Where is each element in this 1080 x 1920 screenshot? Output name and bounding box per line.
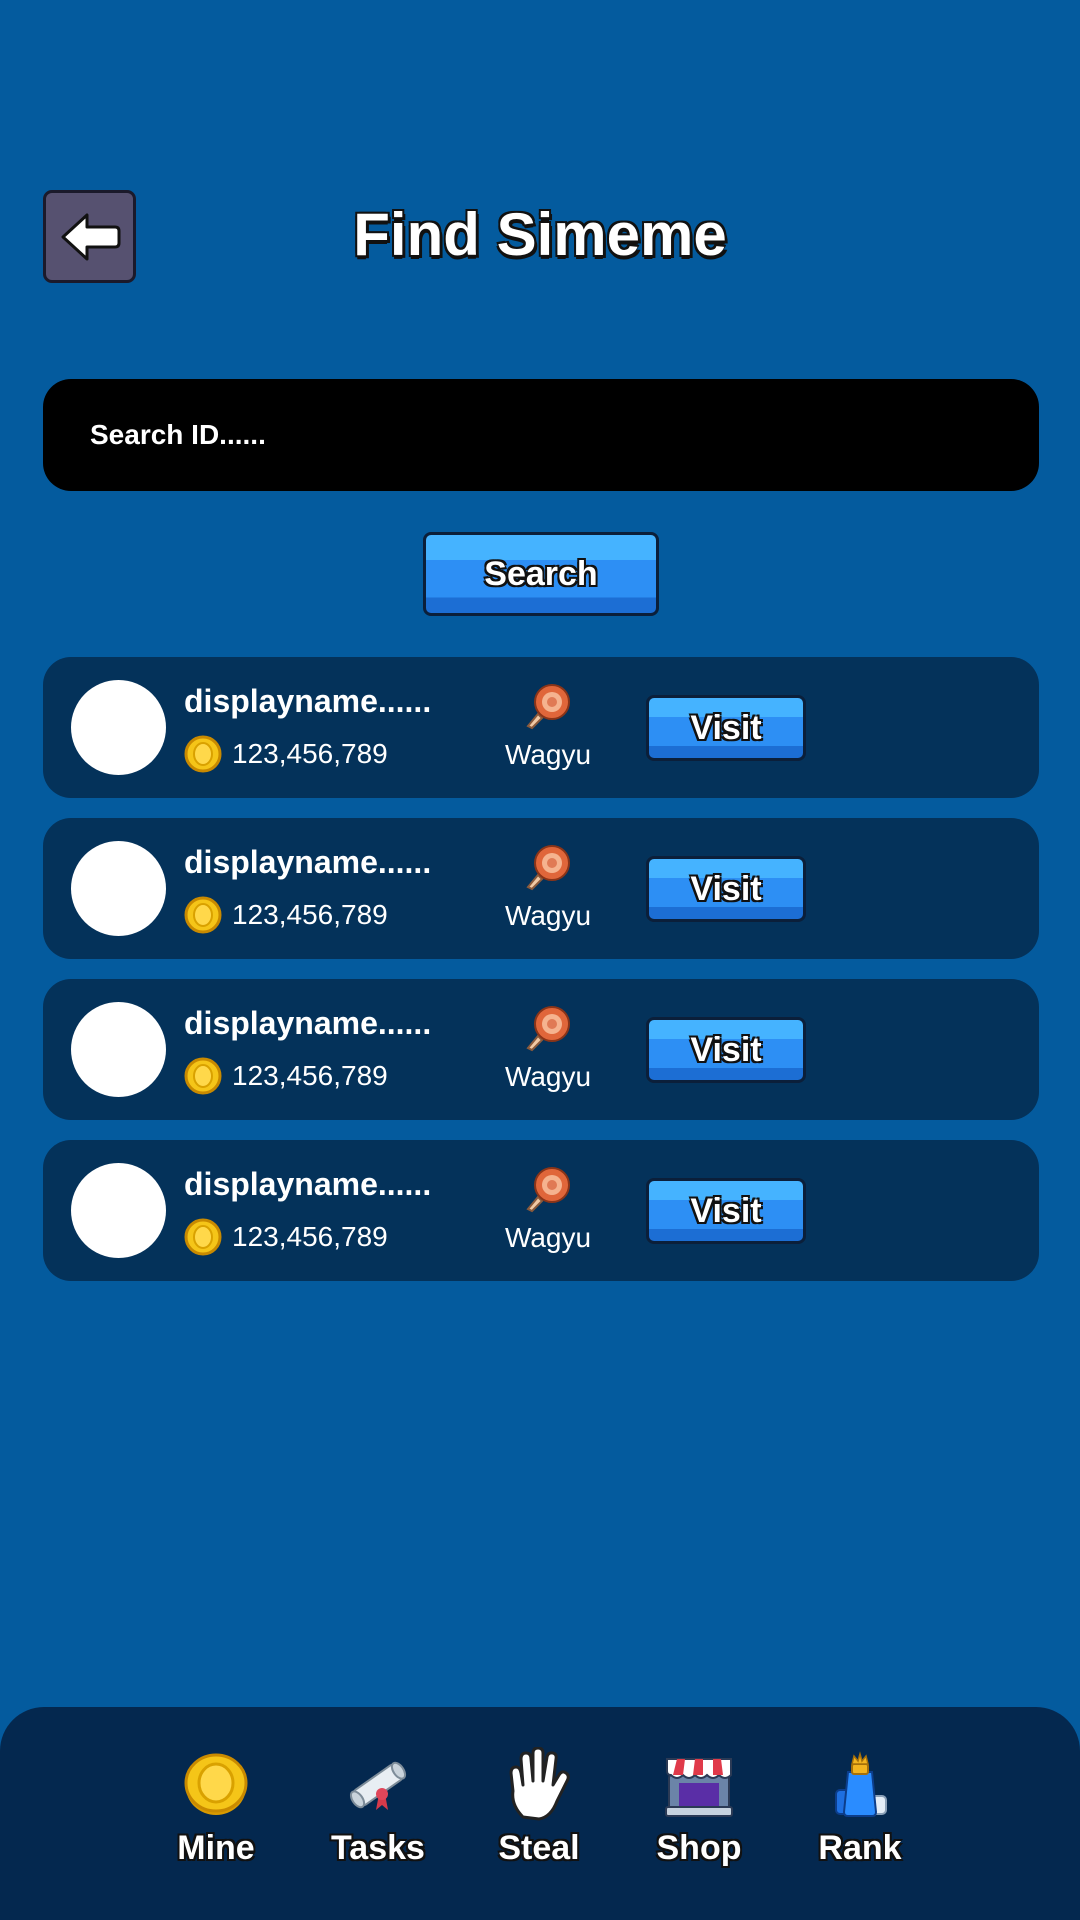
nav-label-rank: Rank (818, 1829, 902, 1867)
nav-label-shop: Shop (656, 1829, 742, 1867)
coin-icon (184, 1753, 248, 1815)
visit-button[interactable]: Visit (646, 695, 806, 761)
display-name: displayname...... (184, 683, 432, 719)
bottom-nav: Mine Tasks Steal Shop Rank (0, 1707, 1080, 1920)
visit-button[interactable]: Visit (646, 856, 806, 922)
scroll-icon (349, 1761, 407, 1810)
food-tag: Wagyu (493, 843, 603, 932)
food-label: Wagyu (504, 1061, 592, 1092)
display-name: displayname...... (184, 844, 432, 880)
coin-value: 123,456,789 (232, 899, 388, 930)
page-title: Find Simeme (353, 201, 727, 268)
coin-value: 123,456,789 (232, 1221, 388, 1252)
meat-icon (526, 684, 570, 730)
search-field[interactable] (43, 379, 1039, 491)
food-tag: Wagyu (493, 1004, 603, 1093)
results-list: displayname...... 123,456,789 Wagyu Visi… (43, 657, 1039, 1301)
coin-balance: 123,456,789 (184, 735, 388, 773)
search-button[interactable]: Search (423, 532, 659, 616)
avatar (71, 1002, 166, 1097)
food-label: Wagyu (504, 739, 592, 770)
avatar (71, 1163, 166, 1258)
nav-label-mine: Mine (177, 1829, 255, 1867)
coin-icon (184, 735, 222, 773)
store-icon (665, 1758, 733, 1817)
coin-value: 123,456,789 (232, 1060, 388, 1091)
nav-item-mine[interactable]: Mine (151, 1745, 281, 1868)
food-tag: Wagyu (493, 682, 603, 771)
nav-item-steal[interactable]: Steal (474, 1745, 604, 1868)
food-label: Wagyu (504, 900, 592, 931)
coin-balance: 123,456,789 (184, 1057, 388, 1095)
food-label: Wagyu (504, 1222, 592, 1253)
display-name: displayname...... (184, 1005, 432, 1041)
glove-hand-icon (509, 1747, 570, 1821)
nav-label-steal: Steal (498, 1829, 580, 1867)
list-item: displayname...... 123,456,789 Wagyu Visi… (43, 657, 1039, 798)
avatar (71, 680, 166, 775)
coin-icon (184, 1218, 222, 1256)
nav-label-tasks: Tasks (331, 1829, 425, 1867)
coin-balance: 123,456,789 (184, 896, 388, 934)
meat-icon (526, 1167, 570, 1213)
food-tag: Wagyu (493, 1165, 603, 1254)
nav-item-shop[interactable]: Shop (634, 1745, 764, 1868)
meat-icon (526, 1006, 570, 1052)
search-input[interactable] (90, 419, 1039, 451)
visit-button[interactable]: Visit (646, 1178, 806, 1244)
avatar (71, 841, 166, 936)
coin-value: 123,456,789 (232, 738, 388, 769)
list-item: displayname...... 123,456,789 Wagyu Visi… (43, 1140, 1039, 1281)
display-name: displayname...... (184, 1166, 432, 1202)
nav-item-tasks[interactable]: Tasks (313, 1745, 443, 1868)
list-item: displayname...... 123,456,789 Wagyu Visi… (43, 979, 1039, 1120)
meat-icon (526, 845, 570, 891)
coin-balance: 123,456,789 (184, 1218, 388, 1256)
coin-icon (184, 896, 222, 934)
trophy-bottle-icon (835, 1751, 887, 1817)
visit-button[interactable]: Visit (646, 1017, 806, 1083)
coin-icon (184, 1057, 222, 1095)
nav-item-rank[interactable]: Rank (795, 1745, 925, 1868)
list-item: displayname...... 123,456,789 Wagyu Visi… (43, 818, 1039, 959)
